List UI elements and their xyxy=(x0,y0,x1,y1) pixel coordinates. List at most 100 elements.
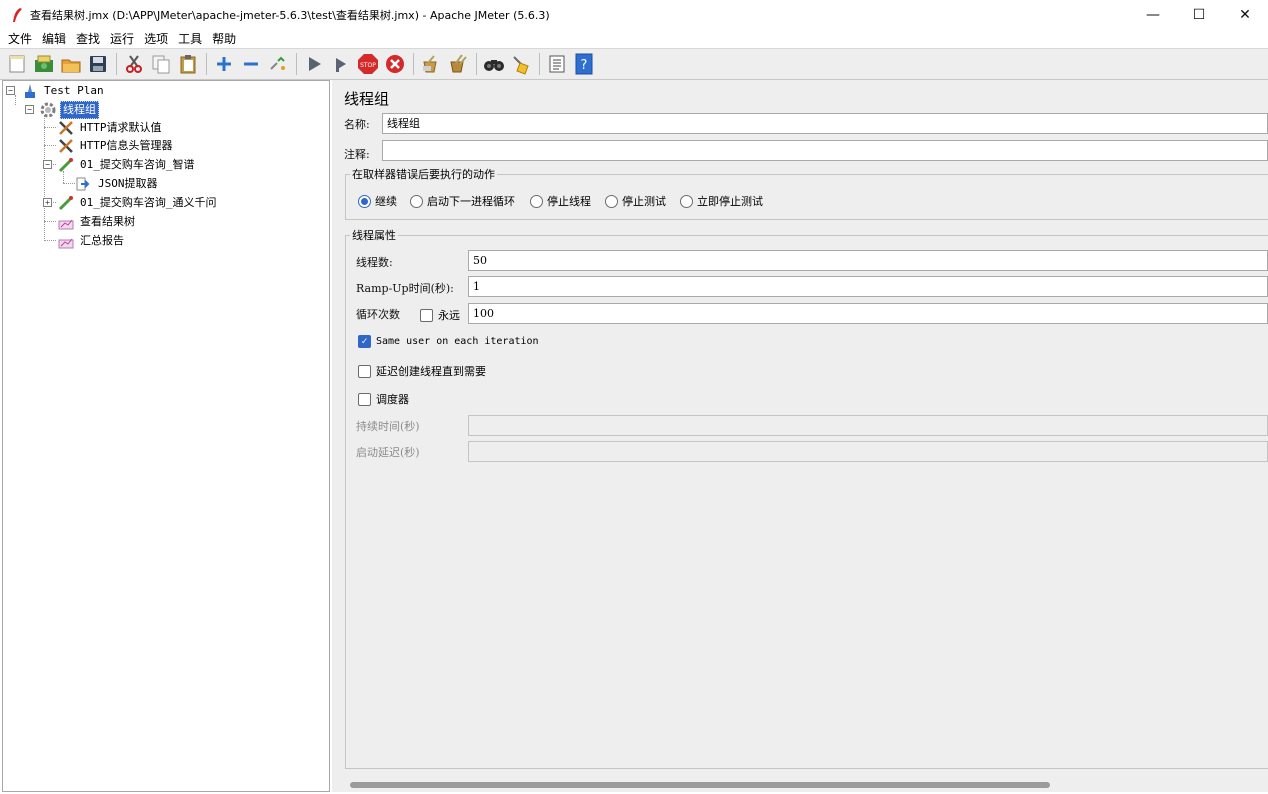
duration-field[interactable] xyxy=(468,415,1268,436)
thread-group-panel: 线程组 名称: 线程组 注释: 在取样器错误后要执行的动作 继续 启动下一进程循… xyxy=(332,80,1268,792)
tree-connector xyxy=(44,145,56,146)
rampup-field[interactable]: 1 xyxy=(468,276,1268,297)
save-icon[interactable] xyxy=(86,52,110,76)
threads-field[interactable]: 50 xyxy=(468,250,1268,271)
tree-node-view-results-tree[interactable]: 查看结果树 xyxy=(57,213,137,231)
delay-thread-creation-checkbox[interactable]: 延迟创建线程直到需要 xyxy=(358,363,486,379)
tree-connector xyxy=(44,115,45,241)
tree-node-sampler-1[interactable]: 01_提交购车咨询_智谱 xyxy=(57,156,197,174)
test-plan-icon xyxy=(21,82,39,100)
paste-icon[interactable] xyxy=(176,52,200,76)
scheduler-checkbox[interactable]: 调度器 xyxy=(358,391,409,407)
menu-help[interactable]: 帮助 xyxy=(207,30,241,48)
radio-label: 停止测试 xyxy=(622,195,666,208)
checkbox-box xyxy=(358,364,371,378)
templates-icon[interactable] xyxy=(32,52,56,76)
tree-node-http-headers[interactable]: HTTP信息头管理器 xyxy=(57,137,175,155)
wrench-icon xyxy=(57,119,75,137)
tree-node-json-extractor[interactable]: JSON提取器 xyxy=(75,175,160,193)
radio-stop-test[interactable]: 停止测试 xyxy=(605,193,666,209)
loop-count-label: 循环次数 xyxy=(356,308,400,321)
wrench-icon xyxy=(57,137,75,155)
stop-icon[interactable]: STOP xyxy=(356,52,380,76)
cut-icon[interactable] xyxy=(122,52,146,76)
toolbar: STOP ? xyxy=(0,48,1268,80)
maximize-button[interactable]: ☐ xyxy=(1176,0,1222,30)
checkbox-label: Same user on each iteration xyxy=(376,336,539,347)
function-helper-icon[interactable] xyxy=(545,52,569,76)
tree-node-summary-report[interactable]: 汇总报告 xyxy=(57,232,126,250)
loop-count-field[interactable]: 100 xyxy=(468,303,1268,324)
start-no-pause-icon[interactable] xyxy=(329,52,353,76)
checkmark-icon: ✓ xyxy=(358,335,371,348)
threads-label: 线程数: xyxy=(356,256,393,269)
radio-dot xyxy=(530,194,543,208)
reset-search-icon[interactable] xyxy=(509,52,533,76)
tree-node-test-plan[interactable]: Test Plan xyxy=(21,82,106,100)
search-icon[interactable] xyxy=(482,52,506,76)
radio-stop-thread[interactable]: 停止线程 xyxy=(530,193,591,209)
radio-label: 立即停止测试 xyxy=(697,195,763,208)
name-field[interactable]: 线程组 xyxy=(382,113,1268,134)
toolbar-separator xyxy=(539,53,540,75)
checkbox-box xyxy=(358,392,371,406)
open-icon[interactable] xyxy=(59,52,83,76)
menu-edit[interactable]: 编辑 xyxy=(37,30,71,48)
startup-delay-label: 启动延迟(秒) xyxy=(356,446,420,459)
tree-node-thread-group[interactable]: 线程组 xyxy=(39,101,99,119)
radio-start-next-loop[interactable]: 启动下一进程循环 xyxy=(410,193,515,209)
shutdown-icon[interactable] xyxy=(383,52,407,76)
collapse-toggle-sampler1[interactable]: − xyxy=(43,160,52,169)
start-icon[interactable] xyxy=(302,52,326,76)
same-user-checkbox[interactable]: ✓ Same user on each iteration xyxy=(358,335,539,348)
close-button[interactable]: ✕ xyxy=(1222,0,1268,30)
minimize-button[interactable]: — xyxy=(1130,0,1176,30)
horizontal-scrollbar[interactable] xyxy=(336,778,1268,792)
radio-dot xyxy=(605,194,618,208)
menu-run[interactable]: 运行 xyxy=(105,30,139,48)
tree-node-label: 01_提交购车咨询_智谱 xyxy=(80,158,195,171)
comment-label: 注释: xyxy=(344,148,370,161)
expand-icon[interactable] xyxy=(212,52,236,76)
new-icon[interactable] xyxy=(5,52,29,76)
collapse-toggle-thread-group[interactable]: − xyxy=(25,105,34,114)
clear-all-icon[interactable] xyxy=(446,52,470,76)
menu-file[interactable]: 文件 xyxy=(3,30,37,48)
toolbar-separator xyxy=(476,53,477,75)
radio-continue[interactable]: 继续 xyxy=(358,193,397,209)
chart-icon xyxy=(57,213,75,231)
tree-node-sampler-2[interactable]: 01_提交购车咨询_通义千问 xyxy=(57,194,219,212)
chart-icon xyxy=(57,232,75,250)
tree-node-label: HTTP信息头管理器 xyxy=(80,139,173,152)
copy-icon[interactable] xyxy=(149,52,173,76)
tree-node-http-defaults[interactable]: HTTP请求默认值 xyxy=(57,119,164,137)
menu-bar: 文件 编辑 查找 运行 选项 工具 帮助 xyxy=(0,30,1268,48)
clear-icon[interactable] xyxy=(419,52,443,76)
tree-node-label: 汇总报告 xyxy=(80,234,124,247)
collapse-icon[interactable] xyxy=(239,52,263,76)
help-icon[interactable]: ? xyxy=(572,52,596,76)
comment-field[interactable] xyxy=(382,140,1268,161)
menu-options[interactable]: 选项 xyxy=(139,30,173,48)
menu-tools[interactable]: 工具 xyxy=(173,30,207,48)
scrollbar-thumb[interactable] xyxy=(350,782,1050,788)
tree-node-label: Test Plan xyxy=(44,84,104,97)
toolbar-separator xyxy=(206,53,207,75)
forever-checkbox[interactable]: 永远 xyxy=(420,307,460,323)
radio-label: 继续 xyxy=(375,195,397,208)
radio-dot xyxy=(410,194,423,208)
tree-connector xyxy=(15,95,16,105)
toggle-icon[interactable] xyxy=(266,52,290,76)
tree-connector xyxy=(44,127,56,128)
gear-icon xyxy=(39,101,57,119)
expand-toggle-sampler2[interactable]: + xyxy=(43,198,52,207)
checkbox-label: 调度器 xyxy=(376,393,409,406)
radio-dot xyxy=(358,194,371,208)
collapse-toggle-test-plan[interactable]: − xyxy=(6,86,15,95)
jmeter-feather-icon xyxy=(8,6,26,24)
startup-delay-field[interactable] xyxy=(468,441,1268,462)
menu-search[interactable]: 查找 xyxy=(71,30,105,48)
test-plan-tree: − − − + Test Plan 线程组 HTTP请求默认值 HTTP信息头管… xyxy=(2,80,330,792)
radio-stop-test-now[interactable]: 立即停止测试 xyxy=(680,193,763,209)
tree-node-label: HTTP请求默认值 xyxy=(80,121,162,134)
